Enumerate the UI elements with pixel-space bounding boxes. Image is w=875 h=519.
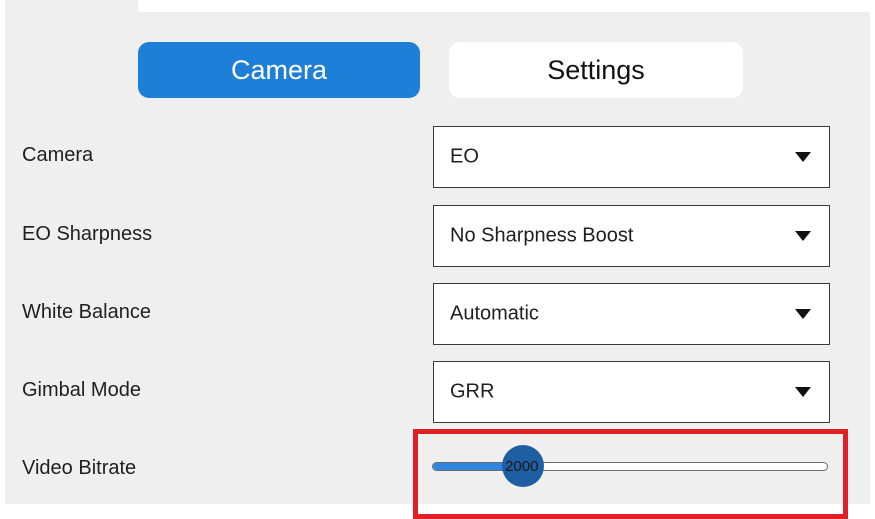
eo-sharpness-select[interactable]: No Sharpness Boost — [433, 205, 830, 267]
dropdown-arrow-icon — [795, 231, 811, 241]
tab-camera[interactable]: Camera — [138, 42, 420, 98]
camera-select-value: EO — [450, 145, 479, 168]
gimbal-mode-select-value: GRR — [450, 380, 495, 403]
highlight-box — [413, 429, 848, 519]
camera-select[interactable]: EO — [433, 126, 830, 188]
eo-sharpness-select-value: No Sharpness Boost — [450, 224, 634, 247]
gimbal-mode-label: Gimbal Mode — [22, 379, 141, 401]
tab-settings[interactable]: Settings — [449, 42, 743, 98]
panel-top-notch — [5, 0, 138, 12]
tab-camera-label: Camera — [230, 54, 328, 85]
eo-sharpness-label: EO Sharpness — [22, 223, 153, 245]
video-bitrate-label: Video Bitrate — [22, 457, 137, 479]
camera-label: Camera — [22, 144, 94, 166]
dropdown-arrow-icon — [795, 387, 811, 397]
dropdown-arrow-icon — [795, 309, 811, 319]
tab-settings-label: Settings — [547, 54, 645, 85]
white-balance-label: White Balance — [22, 301, 151, 323]
white-balance-select-value: Automatic — [450, 302, 539, 325]
slider-value: 2000 — [505, 458, 539, 475]
dropdown-arrow-icon — [795, 152, 811, 162]
gimbal-mode-select[interactable]: GRR — [433, 361, 830, 423]
white-balance-select[interactable]: Automatic — [433, 283, 830, 345]
video-bitrate-slider[interactable] — [432, 462, 828, 471]
